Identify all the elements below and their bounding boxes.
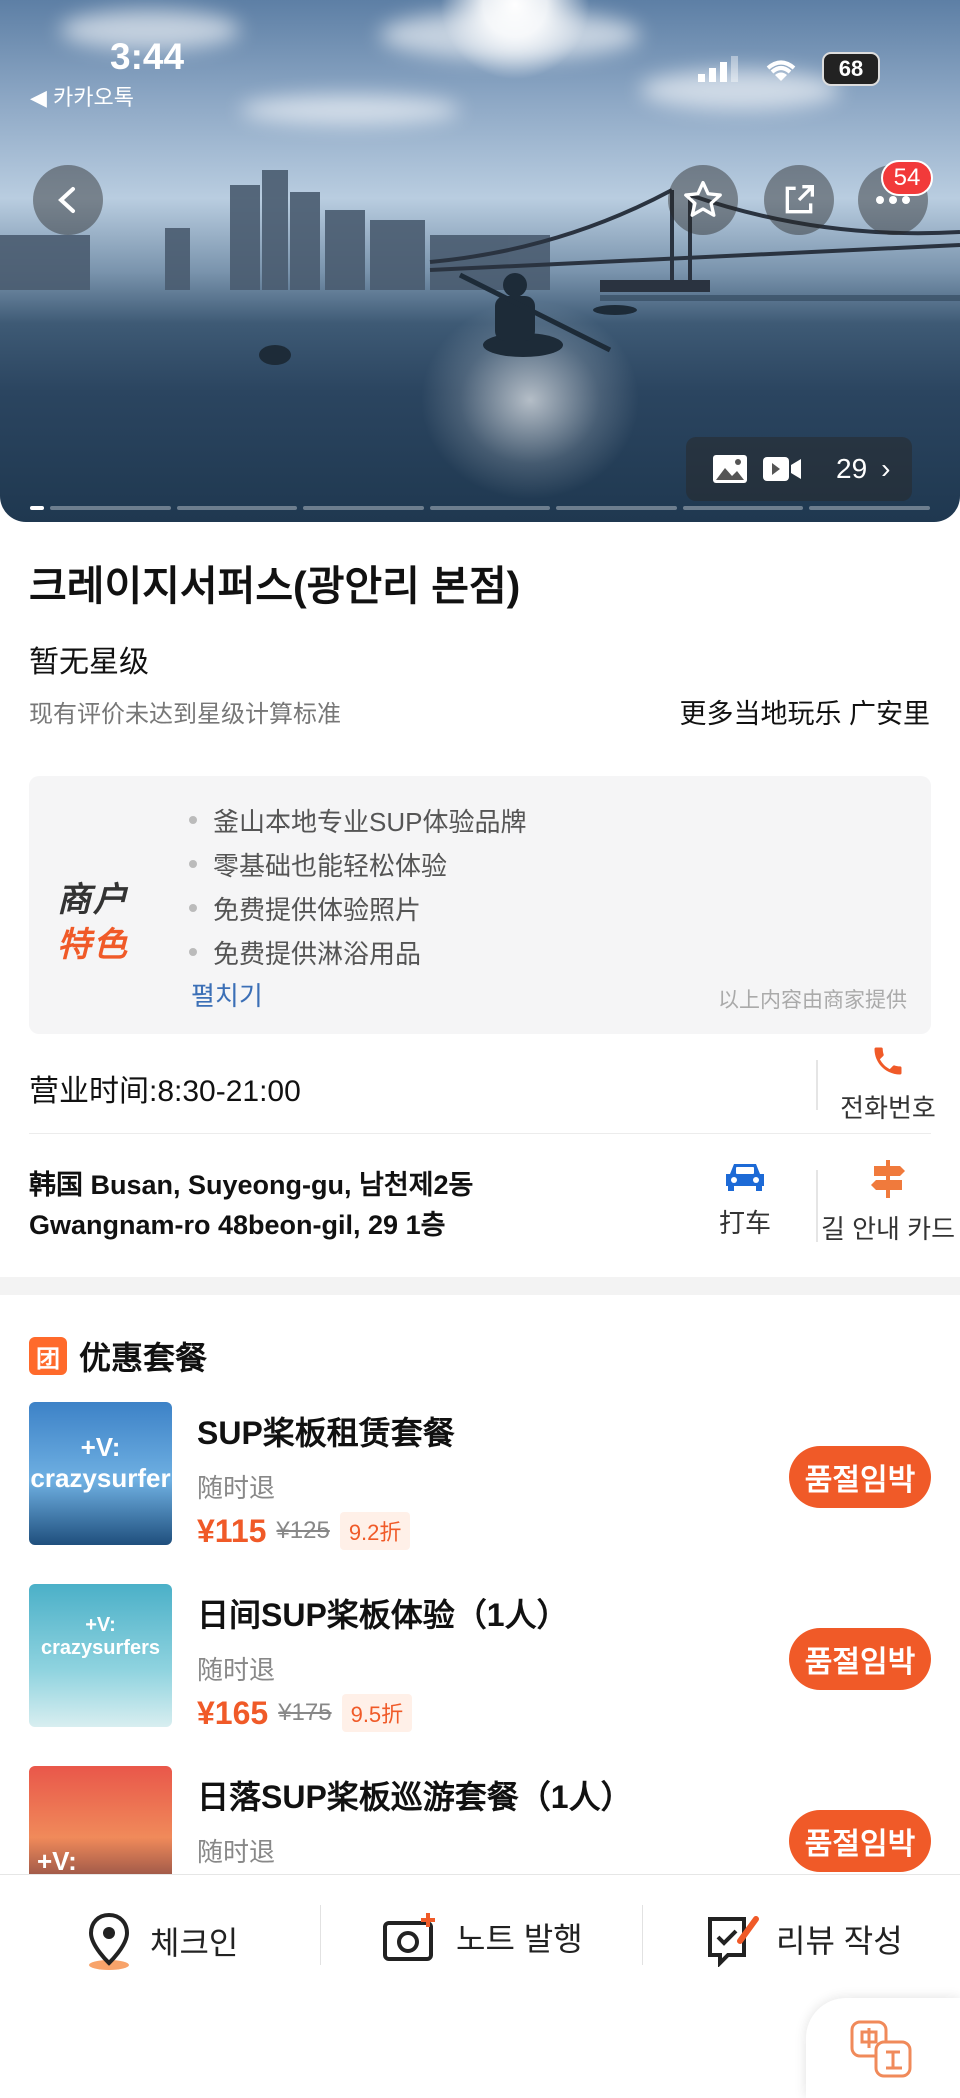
merchant-features-card: 商户 特色 釜山本地专业SUP体验品牌 零基础也能轻松体验 免费提供体验照片 免… xyxy=(29,776,931,1034)
deal-price-row: ¥115 ¥125 9.2折 xyxy=(197,1512,411,1550)
chevron-left-icon xyxy=(58,187,75,213)
carousel-progress xyxy=(30,506,931,510)
share-icon xyxy=(785,185,814,214)
feature-item: 釜山本地专业SUP体验品牌 xyxy=(189,798,526,842)
selling-fast-button[interactable]: 품절임박 xyxy=(789,1810,931,1872)
expand-link[interactable]: 펼치기 xyxy=(191,976,263,1013)
deal-orig-price: ¥125 xyxy=(276,1517,330,1544)
more-dots-icon xyxy=(876,196,910,204)
post-note-button[interactable]: 노트 발행 xyxy=(382,1911,583,1963)
phone-label: 전화번호 xyxy=(840,1093,936,1123)
review-edit-icon xyxy=(708,1916,759,1967)
camera-plus-icon xyxy=(383,1913,435,1961)
deals-title: 优惠套餐 xyxy=(79,1340,208,1376)
video-icon xyxy=(763,457,801,481)
translate-button[interactable] xyxy=(806,1998,960,2098)
directions-card-button[interactable]: 길 안내 카드 xyxy=(816,1160,960,1246)
section-separator xyxy=(0,1277,960,1295)
address-line2: Gwangnam-ro 48beon-gil, 29 1층 xyxy=(29,1210,446,1240)
checkin-button[interactable]: 체크인 xyxy=(84,1911,238,1971)
deals-header: 团 优惠套餐 xyxy=(29,1333,207,1379)
status-icons: 68 xyxy=(698,52,880,86)
divider xyxy=(642,1905,643,1965)
deal-price: ¥165 xyxy=(197,1694,269,1731)
location-pin-icon xyxy=(88,1912,130,1970)
feature-item: 免费提供淋浴用品 xyxy=(189,930,526,974)
photo-icon xyxy=(713,455,747,483)
address-line1: 韩国 Busan, Suyeong-gu, 남천제2동 xyxy=(29,1170,474,1200)
media-count: 29 xyxy=(836,453,868,484)
deal-name: 日间SUP桨板体验（1人） xyxy=(197,1597,569,1633)
translate-icon xyxy=(850,2020,912,2078)
taxi-button[interactable]: 打车 xyxy=(710,1160,780,1240)
notification-badge: 54 xyxy=(881,160,933,196)
share-button[interactable] xyxy=(764,165,834,235)
media-gallery-button[interactable]: 29 › xyxy=(686,437,912,501)
wifi-icon xyxy=(766,60,796,81)
deal-thumbnail: +V: crazysurfer xyxy=(29,1402,172,1545)
write-review-label: 리뷰 작성 xyxy=(776,1923,903,1959)
rating-note: 现有评价未达到星级计算标准 xyxy=(29,701,341,728)
signal-icon xyxy=(698,56,738,82)
hero-photo[interactable]: 3:44 ◀ 카카오톡 68 54 29 › xyxy=(0,0,960,522)
deal-item[interactable]: +V: crazysurfers 日间SUP桨板体验（1人） 随时退 ¥165 … xyxy=(29,1584,931,1732)
deal-refund: 随时退 xyxy=(197,1837,276,1867)
deal-orig-price: ¥175 xyxy=(278,1699,332,1726)
business-hours: 营业时间:8:30-21:00 xyxy=(29,1075,301,1108)
rating-label: 暂无星级 xyxy=(29,646,149,679)
taxi-label: 打车 xyxy=(718,1208,771,1238)
divider xyxy=(816,1060,818,1110)
divider xyxy=(320,1905,321,1965)
merchant-feature-logo: 商户 特色 xyxy=(57,881,129,964)
deal-name: 日落SUP桨板巡游套餐（1人） xyxy=(197,1779,633,1815)
signpost-icon xyxy=(871,1160,905,1198)
chevron-right-icon: › xyxy=(881,453,891,484)
write-review-button[interactable]: 리뷰 작성 xyxy=(704,1911,903,1967)
deal-discount: 9.5折 xyxy=(341,1694,413,1732)
favorite-button[interactable] xyxy=(668,165,738,235)
deal-item[interactable]: +V: crazysurfer SUP桨板租赁套餐 随时退 ¥115 ¥125 … xyxy=(29,1402,931,1550)
place-title: 크레이지서퍼스(광안리 본점) xyxy=(29,563,521,609)
feature-item: 免费提供体验照片 xyxy=(189,886,526,930)
feature-item: 零基础也能轻松体验 xyxy=(189,842,526,886)
deal-refund: 随时退 xyxy=(197,1473,276,1503)
provided-note: 以上内容由商家提供 xyxy=(718,989,907,1012)
deal-discount: 9.2折 xyxy=(339,1512,411,1550)
deal-name: SUP桨板租赁套餐 xyxy=(197,1415,455,1451)
back-to-app-link[interactable]: ◀ 카카오톡 xyxy=(30,80,134,112)
battery-indicator: 68 xyxy=(822,52,880,86)
feature-list: 釜山本地专业SUP体验品牌 零基础也能轻松体验 免费提供体验照片 免费提供淋浴用… xyxy=(189,798,526,974)
deal-refund: 随时退 xyxy=(197,1655,276,1685)
deal-thumbnail: +V: crazysurfers xyxy=(29,1584,172,1727)
star-icon xyxy=(684,180,722,217)
post-note-label: 노트 발행 xyxy=(456,1921,583,1957)
selling-fast-button[interactable]: 품절임박 xyxy=(789,1628,931,1690)
group-deal-icon: 团 xyxy=(29,1337,67,1375)
deal-price: ¥115 xyxy=(197,1512,267,1549)
phone-button[interactable]: 전화번호 xyxy=(828,1043,948,1125)
car-icon xyxy=(726,1164,764,1191)
selling-fast-button[interactable]: 품절임박 xyxy=(789,1446,931,1508)
checkin-label: 체크인 xyxy=(150,1925,239,1961)
more-local-link[interactable]: 更多当地玩乐 广安里 xyxy=(679,692,930,731)
back-button[interactable] xyxy=(33,165,103,235)
divider xyxy=(29,1133,931,1134)
deal-price-row: ¥165 ¥175 9.5折 xyxy=(197,1694,413,1732)
phone-icon xyxy=(874,1047,902,1075)
directions-label: 길 안내 카드 xyxy=(820,1214,956,1244)
address: 韩国 Busan, Suyeong-gu, 남천제2동 Gwangnam-ro … xyxy=(29,1165,473,1245)
status-time: 3:44 xyxy=(110,36,185,77)
